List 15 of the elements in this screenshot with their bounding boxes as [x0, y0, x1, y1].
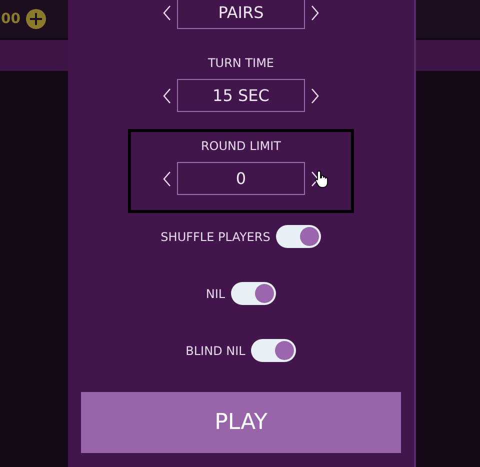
value-field: 15 SEC — [177, 79, 305, 112]
value-field: 0 — [177, 162, 305, 195]
toggle-switch[interactable] — [251, 339, 296, 362]
setting-label: TURN TIME — [208, 55, 274, 71]
add-coins-icon[interactable] — [26, 9, 46, 29]
coin-count: 00 — [1, 11, 20, 27]
setting-label: ROUND LIMIT — [200, 138, 282, 154]
toggle-switch[interactable] — [276, 225, 322, 248]
toggle-label: NIL — [206, 286, 226, 302]
hand-cursor-icon — [315, 170, 329, 188]
play-button[interactable]: PLAY — [81, 392, 401, 453]
value-field: PAIRS — [177, 0, 305, 29]
toggle-label: BLIND NIL — [186, 342, 246, 358]
toggle-label: SHUFFLE PLAYERS — [160, 228, 270, 244]
toggle-switch[interactable] — [231, 282, 276, 305]
